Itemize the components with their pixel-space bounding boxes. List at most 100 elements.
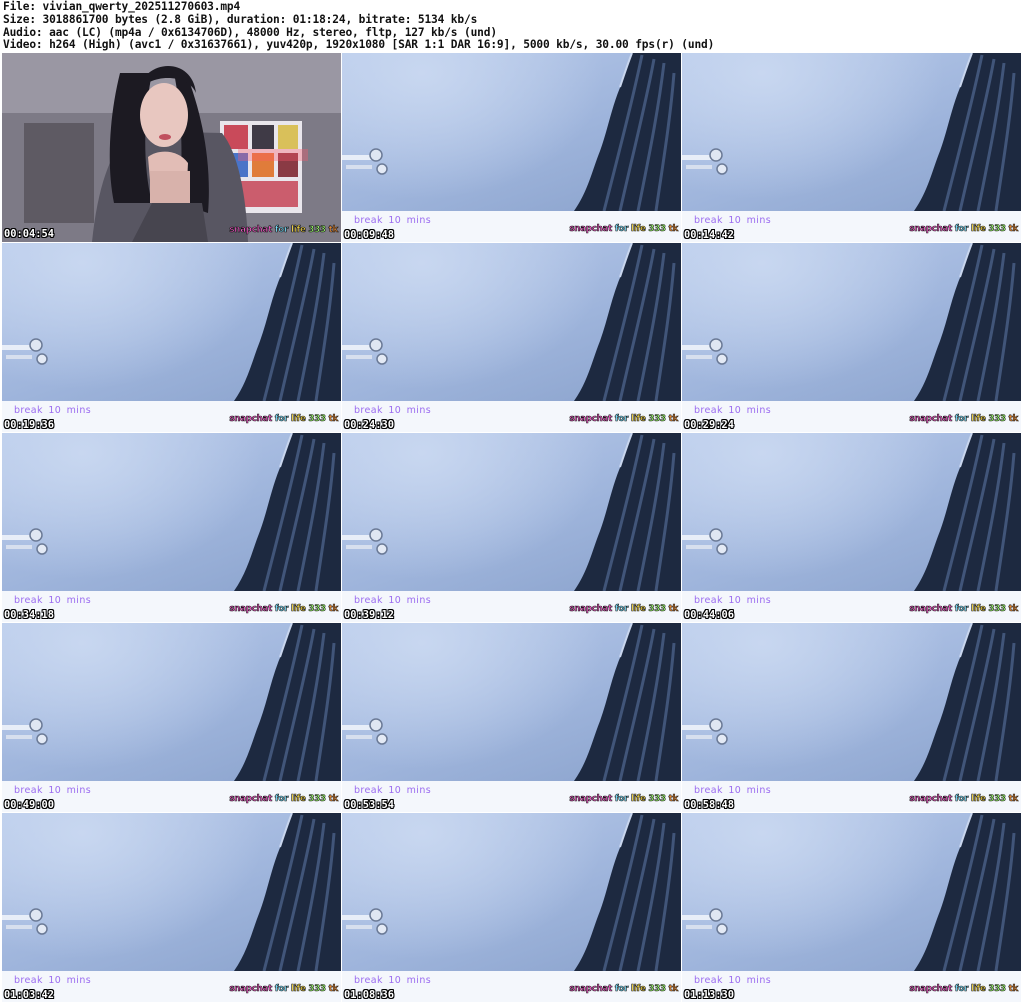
thumbnail-timestamp: 00:39:12 — [344, 609, 395, 621]
video-thumbnail[interactable]: break 10 mins snapchat for life 333 tk 00:… — [2, 623, 341, 812]
video-thumbnail[interactable]: snapchat for life 333 tk 00:04:54 — [2, 53, 341, 242]
curtain-graphic — [234, 243, 341, 401]
promo-word: for — [274, 604, 289, 615]
curtain-graphic — [574, 243, 681, 401]
promo-word: for — [954, 224, 969, 235]
video-thumbnail[interactable]: break 10 mins snapchat for life 333 tk 00:… — [342, 53, 681, 242]
promo-overlay-text: snapchat for life 333 tk — [569, 224, 678, 235]
promo-word: tk — [1008, 984, 1018, 995]
size-duration-line: Size: 3018861700 bytes (2.8 GiB), durati… — [3, 12, 478, 26]
promo-word: snapchat — [229, 225, 273, 236]
promo-word: tk — [1008, 794, 1018, 805]
curtain-graphic — [914, 53, 1021, 211]
thumbnail-timestamp: 00:34:18 — [4, 609, 55, 621]
promo-word: tk — [328, 414, 338, 425]
promo-word: tk — [668, 984, 678, 995]
promo-word: 333 — [988, 414, 1006, 425]
promo-word: life — [970, 604, 986, 615]
promo-word: life — [630, 794, 646, 805]
promo-word: for — [274, 984, 289, 995]
promo-word: 333 — [308, 984, 326, 995]
promo-word: life — [970, 224, 986, 235]
promo-word: for — [954, 794, 969, 805]
video-thumbnail[interactable]: break 10 mins snapchat for life 333 tk 00:… — [682, 623, 1021, 812]
promo-overlay-text: snapchat for life 333 tk — [909, 984, 1018, 995]
promo-word: snapchat — [909, 604, 953, 615]
promo-word: snapchat — [569, 604, 613, 615]
wall-fixture-graphic — [342, 528, 388, 555]
promo-word: tk — [1008, 414, 1018, 425]
thumbnail-grid: snapchat for life 333 tk 00:04:54 break 10… — [2, 53, 1022, 1003]
promo-word: life — [970, 414, 986, 425]
curtain-graphic — [234, 813, 341, 971]
promo-word: snapchat — [569, 794, 613, 805]
promo-word: for — [614, 794, 629, 805]
promo-word: snapchat — [229, 414, 273, 425]
promo-overlay-text: snapchat for life 333 tk — [909, 794, 1018, 805]
promo-word: life — [970, 794, 986, 805]
promo-word: tk — [668, 794, 678, 805]
video-thumbnail[interactable]: break 10 mins snapchat for life 333 tk 00:… — [2, 243, 341, 432]
break-notice-text: break 10 mins — [354, 215, 432, 226]
curtain-graphic — [574, 53, 681, 211]
video-thumbnail[interactable]: break 10 mins snapchat for life 333 tk 00:… — [2, 433, 341, 622]
promo-word: 333 — [648, 604, 666, 615]
promo-word: life — [970, 984, 986, 995]
video-thumbnail[interactable]: break 10 mins snapchat for life 333 tk 00:… — [682, 53, 1021, 242]
promo-word: 333 — [308, 604, 326, 615]
wall-fixture-graphic — [682, 338, 728, 365]
promo-word: for — [954, 604, 969, 615]
break-notice-text: break 10 mins — [354, 975, 432, 986]
video-thumbnail[interactable]: break 10 mins snapchat for life 333 tk 01:… — [2, 813, 341, 1002]
promo-word: 333 — [308, 794, 326, 805]
wall-fixture-graphic — [342, 338, 388, 365]
promo-overlay-text: snapchat for life 333 tk — [569, 414, 678, 425]
video-thumbnail[interactable]: break 10 mins snapchat for life 333 tk 00:… — [342, 243, 681, 432]
video-thumbnail[interactable]: break 10 mins snapchat for life 333 tk 00:… — [342, 623, 681, 812]
video-thumbnail[interactable]: break 10 mins snapchat for life 333 tk 00:… — [682, 433, 1021, 622]
promo-word: for — [614, 604, 629, 615]
curtain-graphic — [574, 813, 681, 971]
wall-fixture-graphic — [342, 718, 388, 745]
file-info-header: File: vivian_qwerty_202511270603.mp4 Siz… — [3, 0, 1021, 52]
curtain-graphic — [574, 623, 681, 781]
curtain-graphic — [914, 433, 1021, 591]
promo-word: life — [630, 224, 646, 235]
thumbnail-timestamp: 01:03:42 — [4, 989, 55, 1001]
break-notice-text: break 10 mins — [694, 785, 772, 796]
promo-overlay-text: snapchat for life 333 tk — [229, 414, 338, 425]
break-notice-text: break 10 mins — [14, 405, 92, 416]
promo-word: tk — [1008, 224, 1018, 235]
promo-word: 333 — [988, 984, 1006, 995]
promo-word: life — [290, 794, 306, 805]
video-thumbnail[interactable]: break 10 mins snapchat for life 333 tk 00:… — [682, 243, 1021, 432]
promo-word: snapchat — [569, 414, 613, 425]
promo-overlay-text: snapchat for life 333 tk — [569, 604, 678, 615]
video-thumbnail[interactable]: break 10 mins snapchat for life 333 tk 01:… — [682, 813, 1021, 1002]
curtain-graphic — [914, 813, 1021, 971]
promo-word: tk — [328, 794, 338, 805]
promo-word: life — [290, 225, 306, 236]
curtain-graphic — [574, 433, 681, 591]
curtain-graphic — [914, 623, 1021, 781]
thumbnail-timestamp: 00:04:54 — [4, 228, 55, 240]
promo-word: for — [614, 414, 629, 425]
promo-word: 333 — [308, 414, 326, 425]
wall-fixture-graphic — [682, 148, 728, 175]
video-thumbnail[interactable]: break 10 mins snapchat for life 333 tk 00:… — [342, 433, 681, 622]
promo-word: snapchat — [909, 794, 953, 805]
promo-overlay-text: snapchat for life 333 tk — [909, 604, 1018, 615]
promo-word: for — [954, 414, 969, 425]
video-thumbnail[interactable]: break 10 mins snapchat for life 333 tk 01:… — [342, 813, 681, 1002]
promo-word: for — [274, 794, 289, 805]
thumbnail-timestamp: 01:08:36 — [344, 989, 395, 1001]
promo-word: 333 — [988, 604, 1006, 615]
promo-word: for — [954, 984, 969, 995]
thumbnail-timestamp: 00:53:54 — [344, 799, 395, 811]
curtain-graphic — [234, 433, 341, 591]
promo-word: for — [614, 224, 629, 235]
promo-overlay-text: snapchat for life 333 tk — [569, 794, 678, 805]
promo-word: 333 — [648, 414, 666, 425]
promo-overlay-text: snapchat for life 333 tk — [229, 984, 338, 995]
promo-overlay-text: snapchat for life 333 tk — [569, 984, 678, 995]
